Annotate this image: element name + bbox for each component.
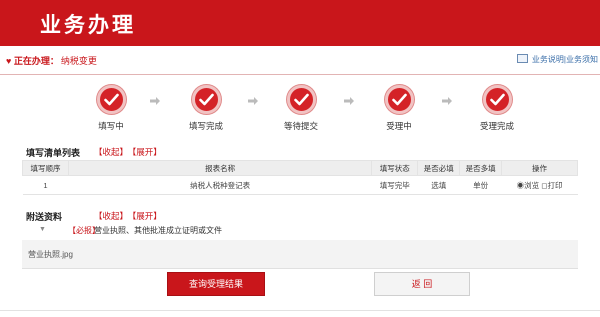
business-guide-link[interactable]: 业务说明|业务须知 [516,54,598,65]
progress-steps: 填写中 填写完成 等待提交 受理中 受理完成 [0,85,600,135]
table-header-row: 填写顺序 报表名称 填写状态 是否必填 是否多填 操作 [22,160,578,176]
expand-link[interactable]: 【展开】 [132,147,162,157]
row-actions[interactable]: ◉浏览 ◻打印 [501,175,578,195]
check-icon [96,85,126,114]
check-icon [482,85,512,114]
row-form-name[interactable]: 纳税人税种登记表 [68,175,372,195]
attachment-file-name[interactable]: 营业执照.jpg [28,249,73,260]
step-label: 填写完成 [188,121,223,131]
attachments-title: 附送资料 [26,212,63,222]
column-header: 是否必填 [417,160,461,176]
attachment-file-box: 营业执照.jpg [22,240,578,269]
page-title: 业务办理 [40,14,136,37]
step-label: 填写中 [98,121,124,131]
check-icon [384,85,414,114]
collapse-link[interactable]: 【收起】 [94,147,128,157]
column-header: 填写状态 [371,160,419,176]
step-filled: 填写完成 [171,85,241,132]
step-processing: 受理中 [364,85,434,132]
step-label: 等待提交 [283,121,318,131]
fill-list-table: 填写顺序 报表名称 填写状态 是否必填 是否多填 操作 1 纳税人税种登记表 填… [22,160,578,195]
check-icon [286,85,316,114]
row-required: 选填 [417,175,460,195]
status-bar: ♥ 正在办理： 纳税变更 业务说明|业务须知 [0,48,600,75]
fill-list-toggles: 【收起】 【展开】 [94,146,166,158]
step-completed: 受理完成 [462,85,532,132]
pin-icon: ♥ [6,56,12,66]
current-task: ♥ 正在办理： 纳税变更 [6,54,97,67]
row-order: 1 [22,175,69,195]
check-icon [191,85,221,114]
back-button[interactable]: 返 回 [374,272,470,296]
current-task-value: 纳税变更 [60,56,97,66]
expand-link[interactable]: 【展开】 [132,211,162,221]
arrow-right-icon [150,97,160,105]
book-icon [516,54,528,63]
query-result-button[interactable]: 查询受理结果 [167,272,265,296]
arrow-right-icon [344,97,354,105]
arrow-right-icon [248,97,258,105]
row-multi: 单份 [459,175,502,195]
column-header: 报表名称 [67,160,373,176]
attachments-toggles: 【收起】 【展开】 [94,210,166,222]
fill-list-title: 填写清单列表 [26,148,81,158]
step-filling: 填写中 [76,85,146,132]
step-waiting-submit: 等待提交 [266,85,336,132]
page-header: 业务办理 [0,0,600,46]
current-task-label: 正在办理： [13,56,59,66]
triangle-down-icon[interactable]: ▼ [39,226,46,233]
collapse-link[interactable]: 【收起】 [94,211,128,221]
table-row: 1 纳税人税种登记表 填写完毕 选填 单份 ◉浏览 ◻打印 [22,175,578,195]
column-header: 填写顺序 [22,160,69,176]
divider [0,310,600,311]
arrow-right-icon [442,97,452,105]
attachment-item: ▼ 【必报】 营业执照、其他批准成立证明或文件 [22,224,578,240]
step-label: 受理完成 [479,121,514,131]
column-header: 是否多填 [459,160,503,176]
step-label: 受理中 [386,121,412,131]
row-status: 填写完毕 [371,175,418,195]
attachment-name: 营业执照、其他批准成立证明或文件 [94,226,222,235]
business-guide-label: 业务说明|业务须知 [531,55,598,64]
column-header: 操作 [501,160,578,176]
